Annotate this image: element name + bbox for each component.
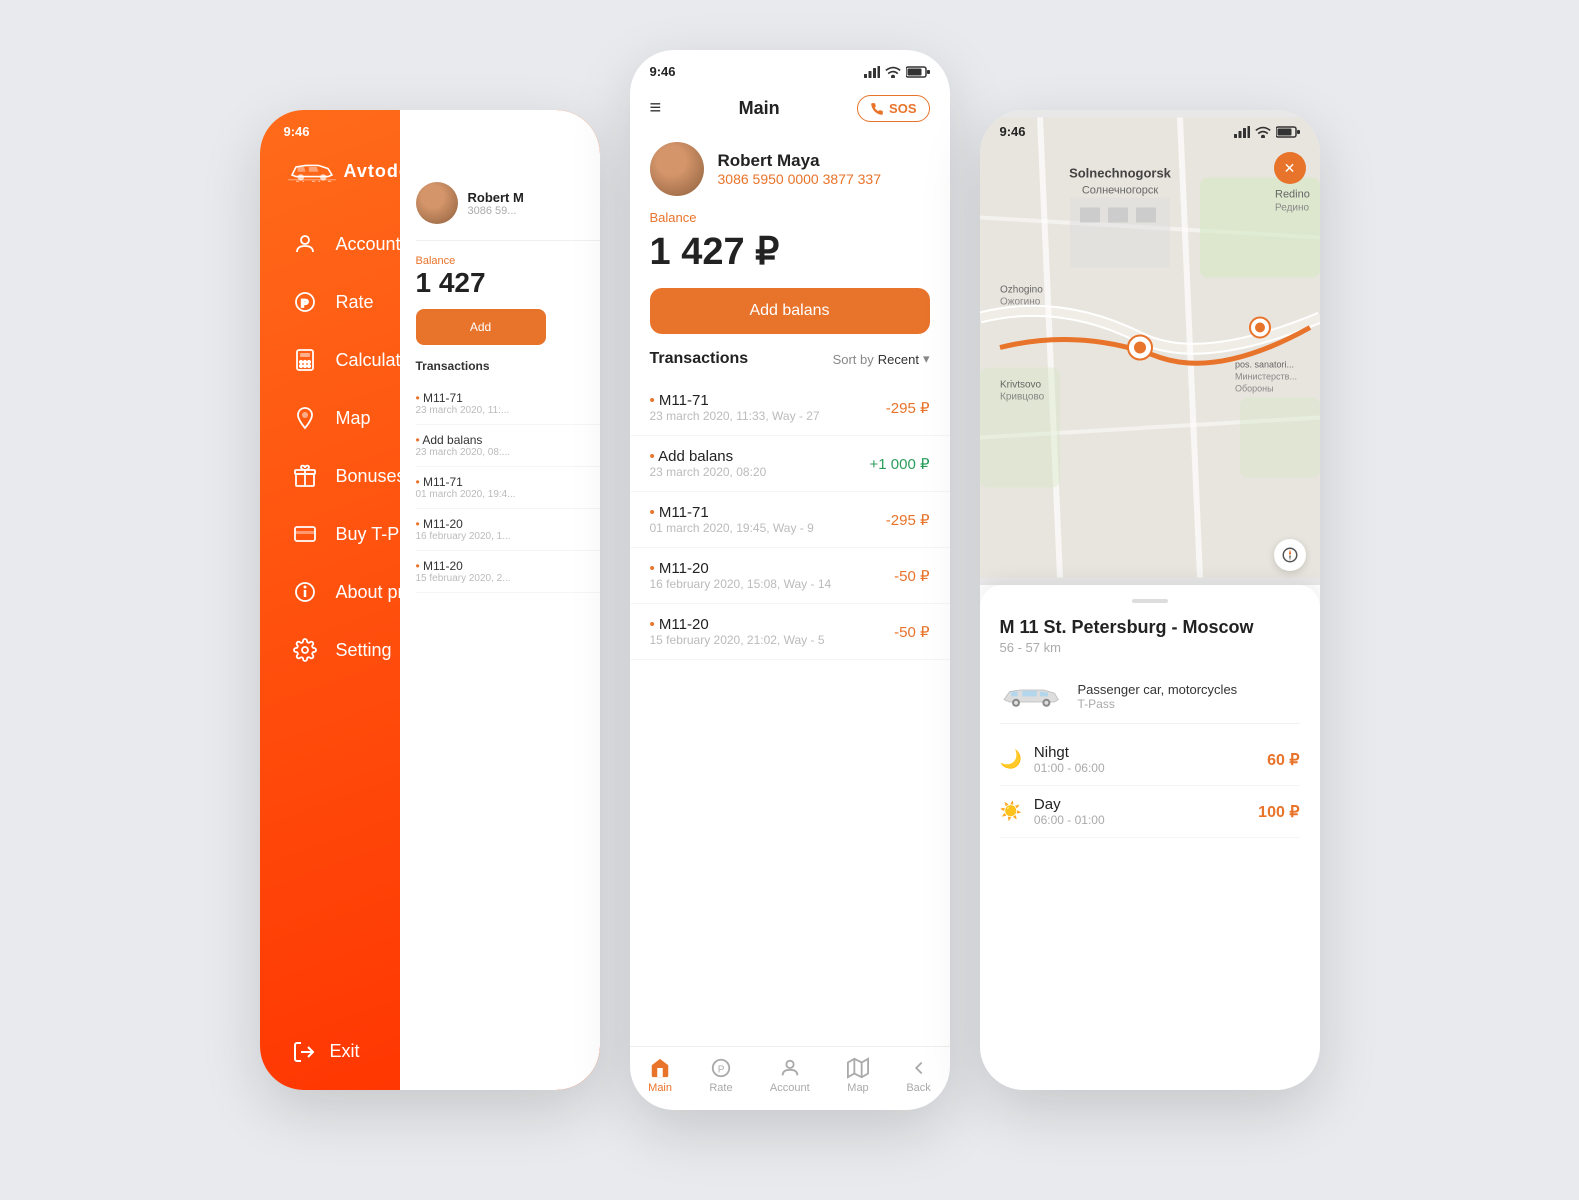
- status-icons-main: [864, 66, 930, 78]
- map-pin-icon: [292, 405, 318, 431]
- svg-text:Ozhogino: Ozhogino: [1000, 285, 1043, 296]
- wifi-icon-map: [1255, 126, 1271, 138]
- svg-text:Krivtsovo: Krivtsovo: [1000, 380, 1042, 391]
- rate-row-day: ☀️ Day 06:00 - 01:00 100 ₽: [1000, 786, 1300, 838]
- signal-icon-map: [1234, 126, 1250, 138]
- slide-transactions-label: Transactions: [416, 359, 600, 373]
- gift-icon: [292, 463, 318, 489]
- sos-button[interactable]: SOS: [857, 95, 929, 122]
- table-row: M11-71 01 march 2020, 19:45, Way - 9 -29…: [630, 492, 950, 548]
- main-title: Main: [739, 98, 780, 119]
- bottom-nav: Main P Rate Account Map Back: [630, 1046, 950, 1110]
- main-avatar: [650, 142, 704, 196]
- logo-car-icon: [288, 157, 336, 185]
- signal-icon-main: [864, 66, 880, 78]
- slide-tx-list: M11-71 23 march 2020, 11:... Add balans …: [416, 383, 600, 593]
- list-item: Add balans 23 march 2020, 08:...: [416, 425, 600, 467]
- battery-icon-main: [906, 66, 930, 78]
- svg-text:Кривцово: Кривцово: [1000, 392, 1045, 403]
- panel-handle: [1132, 599, 1168, 603]
- exit-button[interactable]: Exit: [292, 1040, 360, 1064]
- card-icon: [292, 521, 318, 547]
- moon-icon: 🌙: [1000, 749, 1022, 770]
- map-area: Solnechnogorsk Солнечногорск Redino Реди…: [980, 110, 1320, 585]
- car-image: [1000, 681, 1064, 711]
- list-item: M11-20 15 february 2020, 2...: [416, 551, 600, 593]
- table-row: M11-71 23 march 2020, 11:33, Way - 27 -2…: [630, 380, 950, 436]
- slide-avatar: [416, 182, 458, 224]
- table-row: Add balans 23 march 2020, 08:20 +1 000 ₽: [630, 436, 950, 492]
- hamburger-icon[interactable]: ≡: [650, 97, 662, 120]
- info-icon: [292, 579, 318, 605]
- svg-text:Редино: Редино: [1275, 203, 1310, 214]
- nav-account[interactable]: Account: [770, 1057, 810, 1094]
- slide-panel: Robert M 3086 59... Balance 1 427 Add Tr…: [400, 110, 600, 1090]
- list-item: M11-20 16 february 2020, 1...: [416, 509, 600, 551]
- svg-text:Министерств...: Министерств...: [1235, 372, 1297, 382]
- user-icon: [292, 231, 318, 257]
- status-bar-map: 9:46: [980, 110, 1320, 147]
- compass-icon: [1281, 546, 1299, 564]
- table-row: M11-20 15 february 2020, 21:02, Way - 5 …: [630, 604, 950, 660]
- nav-map[interactable]: Map: [847, 1057, 869, 1094]
- svg-text:Ожогино: Ожогино: [1000, 297, 1041, 308]
- phone-menu: 9:46: [260, 110, 600, 1090]
- nav-main[interactable]: Main: [648, 1057, 672, 1094]
- list-item: M11-71 23 march 2020, 11:...: [416, 383, 600, 425]
- parking-icon: P: [292, 289, 318, 315]
- night-price: 60 ₽: [1267, 750, 1299, 770]
- wifi-icon-main: [885, 66, 901, 78]
- main-header: ≡ Main SOS: [630, 87, 950, 132]
- svg-text:Солнечногорск: Солнечногорск: [1081, 185, 1157, 197]
- map-svg: Solnechnogorsk Солнечногорск Redino Реди…: [980, 110, 1320, 585]
- sun-icon: ☀️: [1000, 801, 1022, 822]
- compass-button[interactable]: [1274, 539, 1306, 571]
- svg-text:Обороны: Обороны: [1235, 384, 1274, 394]
- time-map: 9:46: [1000, 124, 1026, 139]
- gear-icon: [292, 637, 318, 663]
- time-main: 9:46: [650, 64, 676, 79]
- phone-map: 9:46: [980, 110, 1320, 1090]
- exit-icon: [292, 1040, 316, 1064]
- screens-container: 9:46: [260, 90, 1320, 1110]
- route-km: 56 - 57 km: [1000, 640, 1300, 655]
- car-row: Passenger car, motorcycles T-Pass: [1000, 669, 1300, 724]
- route-title: M 11 St. Petersburg - Moscow: [1000, 617, 1300, 638]
- day-price: 100 ₽: [1258, 802, 1299, 822]
- svg-text:P: P: [718, 1065, 725, 1076]
- svg-text:Redino: Redino: [1275, 189, 1310, 201]
- battery-icon-map: [1276, 126, 1300, 138]
- add-balance-button[interactable]: Add balans: [650, 288, 930, 334]
- chevron-down-icon: ▾: [923, 351, 930, 367]
- time-menu: 9:46: [284, 124, 310, 139]
- slide-user-info: Robert M 3086 59...: [468, 190, 524, 217]
- table-row: M11-20 16 february 2020, 15:08, Way - 14…: [630, 548, 950, 604]
- status-icons-map: [1234, 126, 1300, 138]
- list-item: M11-71 01 march 2020, 19:4...: [416, 467, 600, 509]
- svg-text:Solnechnogorsk: Solnechnogorsk: [1069, 166, 1172, 181]
- slide-user-row: Robert M 3086 59...: [416, 170, 600, 241]
- nav-rate[interactable]: P Rate: [709, 1057, 732, 1094]
- sort-row[interactable]: Sort by Recent ▾: [833, 351, 930, 367]
- info-panel: M 11 St. Petersburg - Moscow 56 - 57 km …: [980, 585, 1320, 1090]
- transaction-list: M11-71 23 march 2020, 11:33, Way - 27 -2…: [630, 380, 950, 1046]
- status-bar-main: 9:46: [630, 50, 950, 87]
- nav-back[interactable]: Back: [906, 1057, 930, 1094]
- phone-icon: [870, 102, 884, 116]
- phone-main: 9:46: [630, 50, 950, 1110]
- main-user-info: Robert Maya 3086 5950 0000 3877 337: [718, 151, 882, 187]
- main-balance-section: Balance 1 427 ₽: [630, 210, 950, 288]
- car-info: Passenger car, motorcycles T-Pass: [1078, 682, 1238, 711]
- slide-balance: Balance 1 427: [416, 241, 600, 309]
- close-map-button[interactable]: ✕: [1274, 152, 1306, 184]
- calculator-icon: [292, 347, 318, 373]
- rate-row-night: 🌙 Nihgt 01:00 - 06:00 60 ₽: [1000, 734, 1300, 786]
- main-user-row: Robert Maya 3086 5950 0000 3877 337: [630, 132, 950, 210]
- transactions-header: Transactions Sort by Recent ▾: [630, 350, 950, 380]
- svg-text:pos. sanatori...: pos. sanatori...: [1235, 360, 1294, 370]
- svg-text:P: P: [301, 298, 308, 310]
- slide-topup-button[interactable]: Add: [416, 309, 546, 345]
